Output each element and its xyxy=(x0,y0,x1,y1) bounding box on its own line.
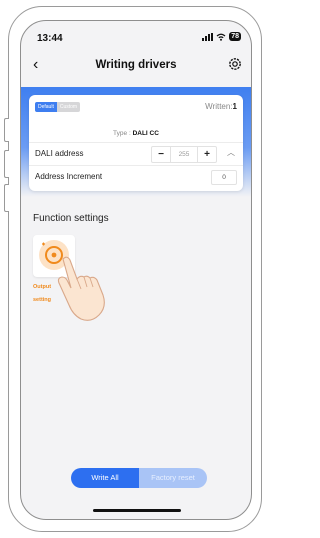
driver-config-card: Default Custom Written:1 Type : DALI CC … xyxy=(29,95,243,191)
phone-screen: 13:44 78 ‹ Writing drivers Default Custo… xyxy=(20,20,252,520)
side-button xyxy=(4,118,9,142)
dali-address-stepper: − 255 + xyxy=(151,146,217,163)
page-title: Writing drivers xyxy=(95,59,177,71)
address-increment-row: Address Increment 0 xyxy=(29,165,243,188)
signal-icon xyxy=(202,32,214,41)
chevron-up-icon[interactable]: ︿ xyxy=(227,147,235,158)
status-time: 13:44 xyxy=(37,33,63,44)
tap-hand-icon xyxy=(57,256,105,321)
increment-button[interactable]: + xyxy=(198,147,216,162)
dali-address-label: DALI address xyxy=(35,149,84,158)
bottom-action-bar: Write All Factory reset xyxy=(71,468,207,488)
toggle-custom[interactable]: Custom xyxy=(56,102,81,112)
driver-type: Type : DALI CC xyxy=(113,130,159,137)
written-count: Written:1 xyxy=(205,102,237,111)
address-increment-label: Address Increment xyxy=(35,172,103,181)
write-all-button[interactable]: Write All xyxy=(71,468,139,488)
wifi-icon xyxy=(216,33,226,41)
decrement-button[interactable]: − xyxy=(152,147,170,162)
home-indicator[interactable] xyxy=(93,509,181,512)
factory-reset-button[interactable]: Factory reset xyxy=(139,468,207,488)
side-button xyxy=(4,150,9,178)
mode-toggle[interactable]: Default Custom xyxy=(35,102,81,112)
dali-address-row: DALI address − 255 + ︿ xyxy=(29,142,243,165)
toggle-default[interactable]: Default xyxy=(35,102,57,112)
header: ‹ Writing drivers xyxy=(21,47,251,87)
section-title: Function settings xyxy=(33,213,109,224)
status-icons: 78 xyxy=(202,32,241,41)
dali-address-value[interactable]: 255 xyxy=(170,147,198,162)
battery-icon: 78 xyxy=(229,32,241,41)
address-increment-input[interactable]: 0 xyxy=(211,170,237,185)
side-button xyxy=(4,184,9,212)
gear-icon[interactable] xyxy=(227,56,243,72)
